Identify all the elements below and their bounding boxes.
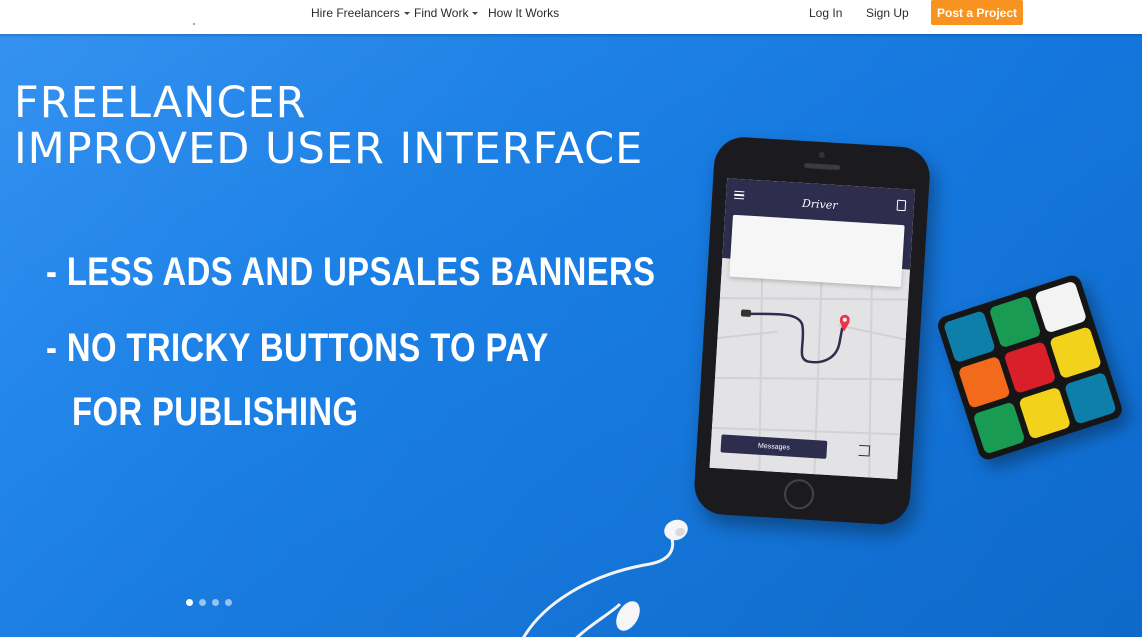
nav-hire-freelancers[interactable]: Hire Freelancers [311,6,410,20]
login-link[interactable]: Log In [809,6,842,20]
bullet-less-ads: - LESS ADS AND UPSALES BANNERS [46,250,656,294]
signup-label: Sign Up [866,6,909,20]
signup-link[interactable]: Sign Up [866,6,909,20]
search-card[interactable] [729,214,905,288]
bullet-no-tricky-buttons: - NO TRICKY BUTTONS TO PAY [46,326,549,370]
earphones-image [522,519,688,637]
car-icon [740,309,752,317]
login-label: Log In [809,6,843,20]
bullet-for-publishing: FOR PUBLISHING [72,390,359,434]
nav-how-it-works[interactable]: How It Works [488,6,559,20]
phone-body: Driver Messages [692,135,932,526]
chevron-down-icon [472,11,479,15]
document-icon [896,199,907,212]
logo[interactable] [193,23,195,25]
app-title: Driver [801,196,838,213]
speaker-grille [803,162,841,171]
carousel-dot-4[interactable] [225,599,232,606]
hero-title-line2: IMPROVED USER INTERFACE [14,124,644,174]
nav-find-work-label: Find Work [414,6,469,20]
phone-mockup: Driver Messages [692,135,940,529]
hero-title-line1: FREELANCER [14,78,307,128]
nav-find-work[interactable]: Find Work [414,6,479,20]
carousel-dot-1[interactable] [186,599,193,606]
hero-banner: FREELANCER IMPROVED USER INTERFACE - LES… [0,34,1142,637]
nav-how-it-works-label: How It Works [488,6,560,20]
camera-icon [818,151,825,159]
messages-label: Messages [757,442,791,452]
carousel-dot-3[interactable] [212,599,219,606]
chevron-down-icon [403,11,410,15]
top-nav: Hire Freelancers Find Work How It Works … [0,0,1142,34]
exit-icon[interactable] [858,444,871,457]
phone-screen: Driver Messages [709,178,915,480]
carousel-dot-2[interactable] [199,599,206,606]
post-project-label: Post a Project [936,5,1018,20]
post-project-button[interactable]: Post a Project [931,0,1023,25]
home-button [783,478,815,511]
nav-hire-freelancers-label: Hire Freelancers [311,6,400,20]
